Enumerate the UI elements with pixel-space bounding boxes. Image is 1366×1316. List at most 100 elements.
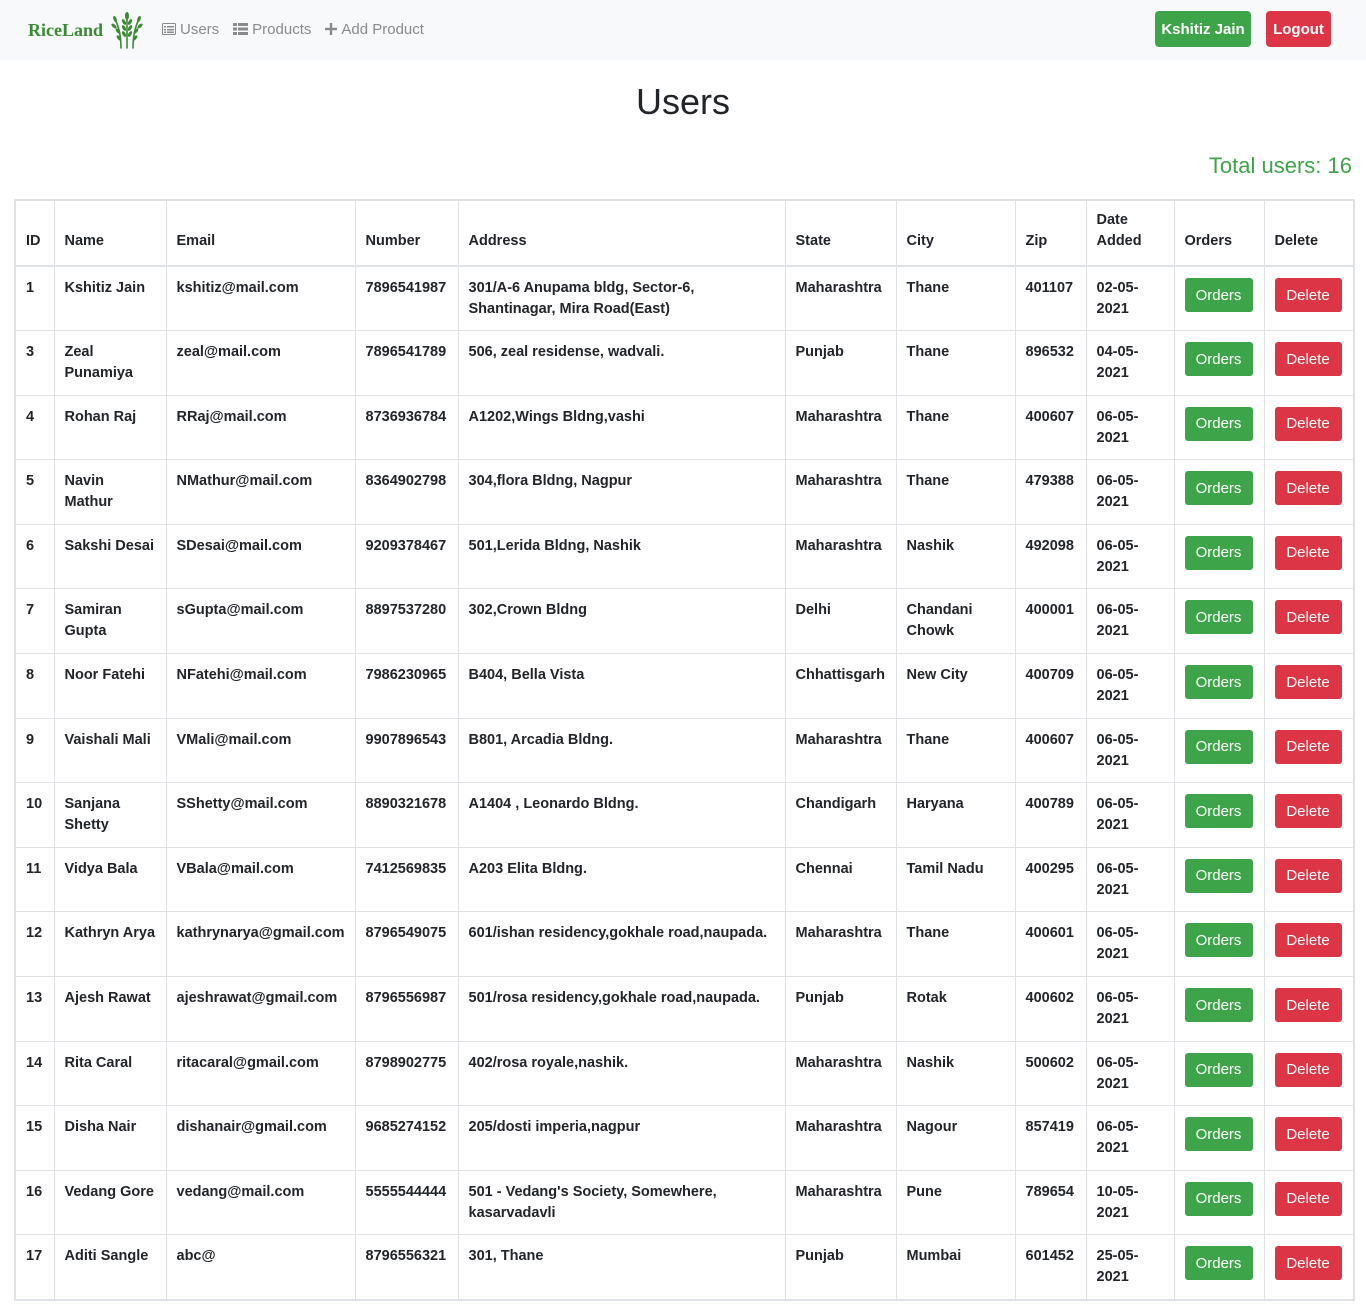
cell-date: 06-05-2021 [1085,846,1175,913]
cell-date: 04-05-2021 [1085,330,1175,396]
table-row: 7 Samiran Gupta sGupta@mail.com 8897537280 3… [14,588,1355,655]
orders-button[interactable]: Orders [1184,1181,1253,1216]
cell-id: 17 [14,1234,55,1300]
cell-address: 501/rosa residency,gokhale road,naupada. [457,976,786,1042]
cell-delete: Delete [1263,1234,1355,1300]
cell-date: 06-05-2021 [1085,394,1175,461]
delete-button[interactable]: Delete [1274,1181,1342,1216]
cell-number: 8736936784 [354,394,459,461]
cell-email: ajeshrawat@gmail.com [165,976,356,1042]
cell-date: 06-05-2021 [1085,976,1175,1042]
table-body: 1 Kshitiz Jain kshitiz@mail.com 7896541987 3… [14,265,1355,1300]
orders-button[interactable]: Orders [1184,406,1253,441]
orders-button[interactable]: Orders [1184,342,1253,377]
cell-date: 25-05-2021 [1085,1234,1175,1300]
orders-button[interactable]: Orders [1184,535,1253,570]
cell-address: B801, Arcadia Bldng. [457,717,786,784]
cell-email: vedang@mail.com [165,1169,356,1236]
delete-button[interactable]: Delete [1274,535,1342,570]
cell-zip: 601452 [1014,1234,1087,1300]
cell-number: 8798902775 [354,1040,459,1107]
cell-name: Navin Mathur [53,459,167,525]
nav-link-add-product[interactable]: Add Product [325,19,424,39]
cell-email: kshitiz@mail.com [165,265,356,332]
cell-state: Maharashtra [784,394,897,461]
user-profile-button[interactable]: Kshitiz Jain [1155,11,1251,47]
cell-orders: Orders [1173,1040,1265,1107]
header-orders: Orders [1173,199,1265,267]
cell-city: Thane [895,394,1016,461]
cell-delete: Delete [1263,588,1355,655]
cell-zip: 400709 [1014,653,1087,719]
cell-address: 301/A-6 Anupama bldg, Sector-6, Shantina… [457,265,786,332]
orders-button[interactable]: Orders [1184,471,1253,506]
orders-button[interactable]: Orders [1184,923,1253,958]
cell-id: 8 [14,653,55,719]
table-row: 17 Aditi Sangle abc@ 8796556321 301, Thane Pu… [14,1234,1355,1300]
cell-state: Punjab [784,976,897,1042]
cell-date: 06-05-2021 [1085,717,1175,784]
cell-id: 1 [14,265,55,332]
delete-button[interactable]: Delete [1274,665,1342,700]
header-city: City [895,199,1016,267]
cell-zip: 857419 [1014,1105,1087,1171]
cell-address: 501,Lerida Bldng, Nashik [457,523,786,590]
delete-button[interactable]: Delete [1274,342,1342,377]
table-row: 10 Sanjana Shetty SShetty@mail.com 88903216… [14,782,1355,848]
logout-button[interactable]: Logout [1266,11,1331,47]
cell-name: Rohan Raj [53,394,167,461]
cell-delete: Delete [1263,911,1355,978]
cell-email: VMali@mail.com [165,717,356,784]
cell-orders: Orders [1173,846,1265,913]
cell-name: Vedang Gore [53,1169,167,1236]
orders-button[interactable]: Orders [1184,1052,1253,1087]
delete-button[interactable]: Delete [1274,406,1342,441]
cell-address: 506, zeal residense, wadvali. [457,330,786,396]
delete-button[interactable]: Delete [1274,794,1342,829]
cell-email: VBala@mail.com [165,846,356,913]
cell-orders: Orders [1173,523,1265,590]
delete-button[interactable]: Delete [1274,1052,1342,1087]
cell-number: 9209378467 [354,523,459,590]
cell-orders: Orders [1173,911,1265,978]
delete-button[interactable]: Delete [1274,278,1342,312]
users-table-container: ID Name Email Number Address State City … [14,199,1355,1301]
cell-address: 601/ishan residency,gokhale road,naupada… [457,911,786,978]
delete-button[interactable]: Delete [1274,729,1342,764]
orders-button[interactable]: Orders [1184,729,1253,764]
delete-button[interactable]: Delete [1274,988,1342,1023]
cell-state: Maharashtra [784,717,897,784]
cell-address: B404, Bella Vista [457,653,786,719]
table-row: 14 Rita Caral ritacaral@gmail.com 879890277… [14,1040,1355,1107]
delete-button[interactable]: Delete [1274,471,1342,506]
delete-button[interactable]: Delete [1274,1246,1342,1281]
orders-button[interactable]: Orders [1184,858,1253,893]
orders-button[interactable]: Orders [1184,1117,1253,1152]
cell-state: Chennai [784,846,897,913]
nav-link-users[interactable]: Users [162,19,219,39]
brand-logo-link[interactable]: RiceLand [28,10,145,50]
delete-button[interactable]: Delete [1274,923,1342,958]
cell-number: 8897537280 [354,588,459,655]
cell-state: Maharashtra [784,911,897,978]
cell-address: A1202,Wings Bldng,vashi [457,394,786,461]
nav-link-add-product-label: Add Product [341,20,424,38]
cell-zip: 492098 [1014,523,1087,590]
cell-id: 14 [14,1040,55,1107]
orders-button[interactable]: Orders [1184,988,1253,1023]
total-users-label: Total users: 16 [1208,153,1352,178]
cell-city: Thane [895,911,1016,978]
orders-button[interactable]: Orders [1184,794,1253,829]
nav-link-products[interactable]: Products [233,19,311,39]
delete-button[interactable]: Delete [1274,858,1342,893]
orders-button[interactable]: Orders [1184,665,1253,700]
cell-zip: 896532 [1014,330,1087,396]
cell-id: 13 [14,976,55,1042]
cell-name: Zeal Punamiya [53,330,167,396]
cell-city: New City [895,653,1016,719]
orders-button[interactable]: Orders [1184,278,1253,312]
delete-button[interactable]: Delete [1274,1117,1342,1152]
orders-button[interactable]: Orders [1184,1246,1253,1281]
orders-button[interactable]: Orders [1184,600,1253,635]
delete-button[interactable]: Delete [1274,600,1342,635]
